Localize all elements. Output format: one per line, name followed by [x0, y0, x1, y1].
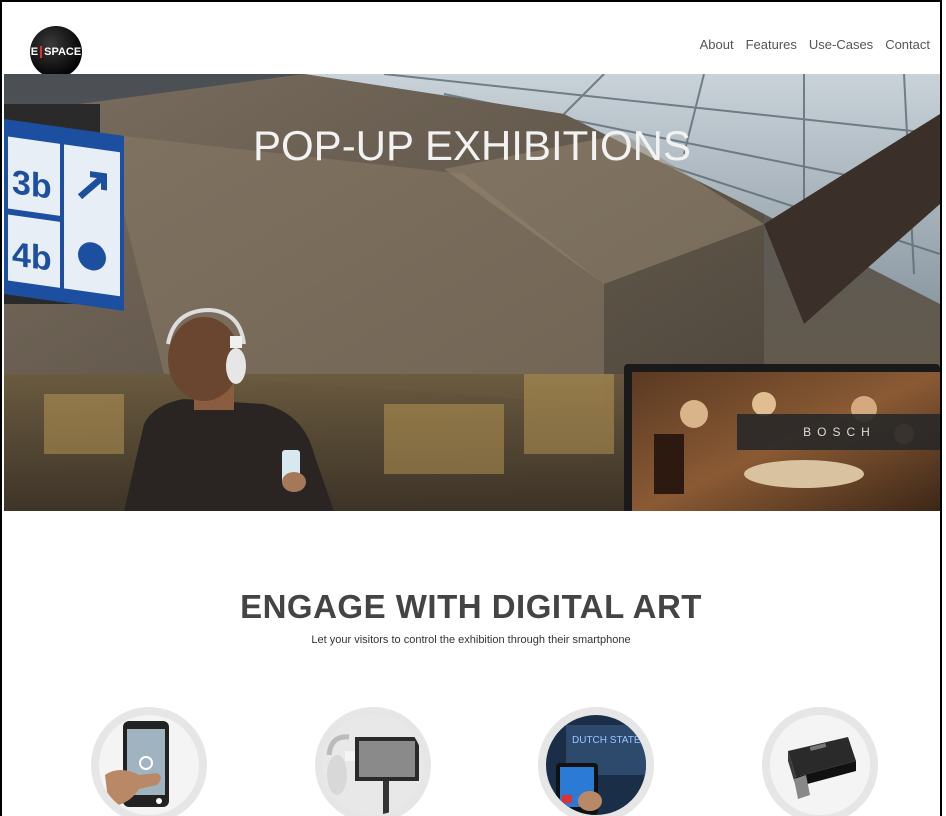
espace-logo[interactable]: E SPACE	[30, 26, 82, 78]
screen-caption: DUTCH STATE	[572, 735, 641, 746]
page-frame: E SPACE About Features Use-Cases Contact	[0, 0, 942, 816]
tablet-screen-icon: DUTCH STATE	[546, 715, 646, 815]
nav-use-cases[interactable]: Use-Cases	[809, 37, 873, 52]
feature-image	[99, 715, 199, 815]
sign-number-4b: 4b	[12, 235, 52, 278]
headphones-screen-icon	[323, 715, 423, 815]
hero-banner: 3b 4b POP-UP EXHIBITIONS BOSCH	[4, 74, 940, 511]
main-nav: About Features Use-Cases Contact	[700, 37, 930, 52]
hdmi-stick-icon	[770, 715, 870, 815]
site-header: E SPACE About Features Use-Cases Contact	[2, 2, 940, 78]
artwork-label: BOSCH	[737, 414, 940, 450]
section-title: ENGAGE WITH DIGITAL ART	[240, 588, 702, 625]
feature-smartphone[interactable]	[91, 707, 207, 816]
hero-title: POP-UP EXHIBITIONS	[253, 122, 691, 169]
feature-image: DUTCH STATE	[546, 715, 646, 815]
nav-about[interactable]: About	[700, 37, 734, 52]
logo-divider	[40, 46, 43, 58]
nav-contact[interactable]: Contact	[885, 37, 930, 52]
smartphone-hand-icon	[105, 721, 169, 807]
logo-word: SPACE	[44, 46, 82, 58]
section-subtitle: Let your visitors to control the exhibit…	[311, 634, 631, 646]
feature-hdmi-stick[interactable]	[762, 707, 878, 816]
feature-tablet[interactable]: DUTCH STATE	[538, 707, 654, 816]
feature-headphones[interactable]	[315, 707, 431, 816]
feature-image	[323, 715, 423, 815]
feature-image	[770, 715, 870, 815]
nav-features[interactable]: Features	[746, 37, 797, 52]
logo-letter: E	[30, 46, 39, 58]
